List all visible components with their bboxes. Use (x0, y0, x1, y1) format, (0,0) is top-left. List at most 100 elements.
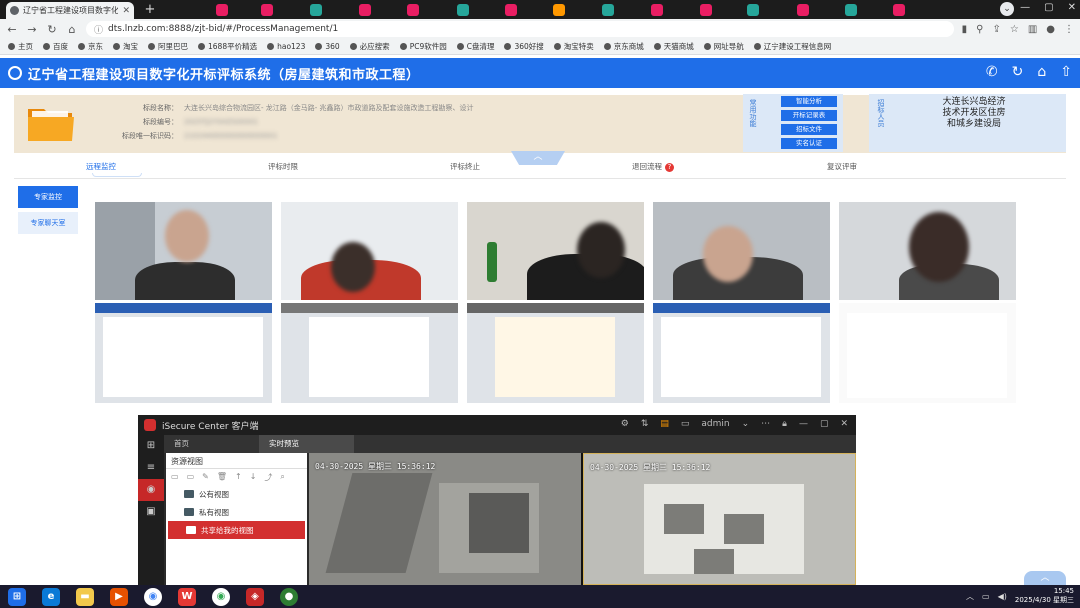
delete-icon[interactable]: 🗑︎ (217, 472, 227, 482)
zoom-icon[interactable]: ⚲ (976, 24, 983, 35)
tab-search-icon[interactable]: ⌄ (1000, 2, 1014, 16)
background-tab-icon[interactable] (457, 4, 469, 16)
menu-icon[interactable]: ⋮ (1064, 24, 1074, 35)
folder-add-icon[interactable]: ▭ (171, 472, 179, 482)
windows-icon[interactable]: ⊞ (8, 587, 26, 606)
monitor-icon[interactable]: ▭ (681, 419, 690, 429)
isecure-user[interactable]: admin (701, 419, 729, 429)
grid-icon[interactable]: ⊞ (138, 435, 164, 457)
real-name-auth-button[interactable]: 实名认证 (781, 138, 837, 149)
background-tab-icon[interactable] (602, 4, 614, 16)
sidebar-icon[interactable]: ▥ (1028, 24, 1037, 35)
phone-icon[interactable]: ✆ (986, 64, 998, 80)
maximize-icon[interactable]: ▢ (1044, 2, 1053, 13)
refresh-icon[interactable]: ↻ (1012, 64, 1024, 80)
playback-icon[interactable]: ▣ (138, 501, 164, 523)
chrome-alt-icon[interactable]: ◉ (144, 587, 162, 606)
tree-item-shared[interactable]: 共享给我的视图 (168, 521, 305, 539)
bookmark-item[interactable]: C盘清理 (456, 41, 494, 52)
background-tab-icon[interactable] (310, 4, 322, 16)
list-icon[interactable]: ≡ (138, 457, 164, 479)
bookmark-item[interactable]: 主页 (8, 41, 33, 52)
bookmark-item[interactable]: 360 (315, 42, 340, 51)
tab-evaluation-time[interactable]: 评标时限 (268, 161, 298, 172)
background-tab-icon[interactable] (797, 4, 809, 16)
settings-icon[interactable]: ⚙ (621, 419, 629, 429)
cctv-feed-1[interactable]: 04-30-2025 星期三 15:36:12 (309, 453, 581, 585)
edit-icon[interactable]: ✎ (202, 472, 209, 482)
more-icon[interactable]: ⋯ (761, 419, 770, 429)
share-icon[interactable]: ⇪ (992, 24, 1000, 35)
bookmark-item[interactable]: 网址导航 (703, 41, 744, 52)
minimize-icon[interactable]: — (1020, 2, 1030, 13)
tender-document-button[interactable]: 招标文件 (781, 124, 837, 135)
background-tab-icon[interactable] (651, 4, 663, 16)
tray-chevron-icon[interactable]: ︿ (966, 591, 974, 602)
close-tab-icon[interactable]: ✕ (122, 6, 130, 16)
background-tab-icon[interactable] (845, 4, 857, 16)
bookmark-item[interactable]: 1688平价精选 (198, 41, 257, 52)
close-window-icon[interactable]: ✕ (1068, 2, 1076, 13)
resource-tree-header[interactable]: 资源视图 (166, 453, 307, 469)
bookmark-item[interactable]: hao123 (267, 42, 305, 51)
search-icon[interactable]: ⌕ (280, 472, 284, 482)
background-tab-icon[interactable] (700, 4, 712, 16)
camera-preview-icon[interactable]: ◉ (138, 479, 164, 501)
back-icon[interactable]: ← (6, 23, 18, 36)
site-info-icon[interactable]: ⓘ (94, 23, 103, 36)
tab-review[interactable]: 复议评审 (827, 161, 857, 172)
chrome-icon[interactable]: ◉ (212, 587, 230, 606)
background-tab-icon[interactable] (505, 4, 517, 16)
background-tab-icon[interactable] (747, 4, 759, 16)
minimize-icon[interactable]: — (799, 419, 808, 429)
bookmark-item[interactable]: 淘宝 (113, 41, 138, 52)
forward-icon[interactable]: → (26, 23, 38, 36)
clock[interactable]: 15:45 2025/4/30 星期三 (1015, 587, 1074, 605)
tab-return-process[interactable]: 退回流程? (632, 161, 674, 172)
bookmark-item[interactable]: 阿里巴巴 (148, 41, 188, 52)
background-tab-icon[interactable] (261, 4, 273, 16)
star-icon[interactable]: ☆ (1010, 24, 1019, 35)
collapse-panel-button[interactable]: ︿ (511, 151, 565, 165)
folder-add-icon[interactable]: ▭ (187, 472, 195, 482)
tree-item-private[interactable]: 私有视图 (166, 503, 307, 521)
camera-icon[interactable]: ▮ (962, 24, 968, 35)
background-tab-icon[interactable] (893, 4, 905, 16)
upload-icon[interactable]: ⇧ (1060, 64, 1072, 80)
address-bar[interactable]: ⓘ dts.lnzb.com:8888/zjt-bid/#/ProcessMan… (86, 21, 954, 37)
profile-icon[interactable]: ● (1046, 24, 1055, 35)
browser-tab-active[interactable]: 辽宁省工程建设项目数字化开标评标 ✕ (6, 2, 134, 19)
bookmark-item[interactable]: 辽宁建设工程信息网 (753, 41, 831, 52)
home-icon[interactable]: ⌂ (1037, 64, 1046, 80)
media-player-icon[interactable]: ▶ (110, 587, 128, 606)
maximize-icon[interactable]: ▢ (820, 419, 829, 429)
bookmark-item[interactable]: 百度 (43, 41, 68, 52)
network-icon[interactable]: ▭ (982, 592, 990, 601)
share-icon[interactable]: ⤴ (264, 472, 272, 482)
arrow-up-icon[interactable]: ↑ (235, 472, 242, 482)
layout-icon[interactable]: ▤ (660, 419, 669, 429)
lock-icon[interactable]: 🔒︎ (782, 419, 787, 429)
tree-item-public[interactable]: 公有视图 (166, 485, 307, 503)
bookmark-item[interactable]: PC9软件园 (399, 41, 447, 52)
tab-remote-monitor[interactable]: 远程监控 (86, 161, 116, 172)
tab-evaluation-stop[interactable]: 评标终止 (450, 161, 480, 172)
background-tab-icon[interactable] (407, 4, 419, 16)
isecure-icon[interactable]: ◈ (246, 587, 264, 606)
chevron-down-icon[interactable]: ⌄ (742, 419, 750, 429)
smart-analysis-button[interactable]: 智能分析 (781, 96, 837, 107)
close-window-icon[interactable]: ✕ (840, 419, 848, 429)
arrow-down-icon[interactable]: ↓ (250, 472, 257, 482)
background-tab-icon[interactable] (553, 4, 565, 16)
subnav-expert-chat[interactable]: 专家聊天室 (18, 212, 78, 234)
wps-icon[interactable]: W (178, 587, 196, 606)
file-explorer-icon[interactable]: ▬ (76, 587, 94, 606)
reload-icon[interactable]: ↻ (46, 23, 58, 36)
bookmark-item[interactable]: 京东 (78, 41, 103, 52)
volume-icon[interactable]: ◀) (998, 592, 1007, 601)
edge-icon[interactable]: e (42, 587, 60, 606)
background-tab-icon[interactable] (359, 4, 371, 16)
isecure-tab-home[interactable]: 首页 (164, 435, 259, 453)
bookmark-item[interactable]: 必应搜索 (349, 41, 390, 52)
wechat-icon[interactable]: ● (280, 587, 298, 606)
